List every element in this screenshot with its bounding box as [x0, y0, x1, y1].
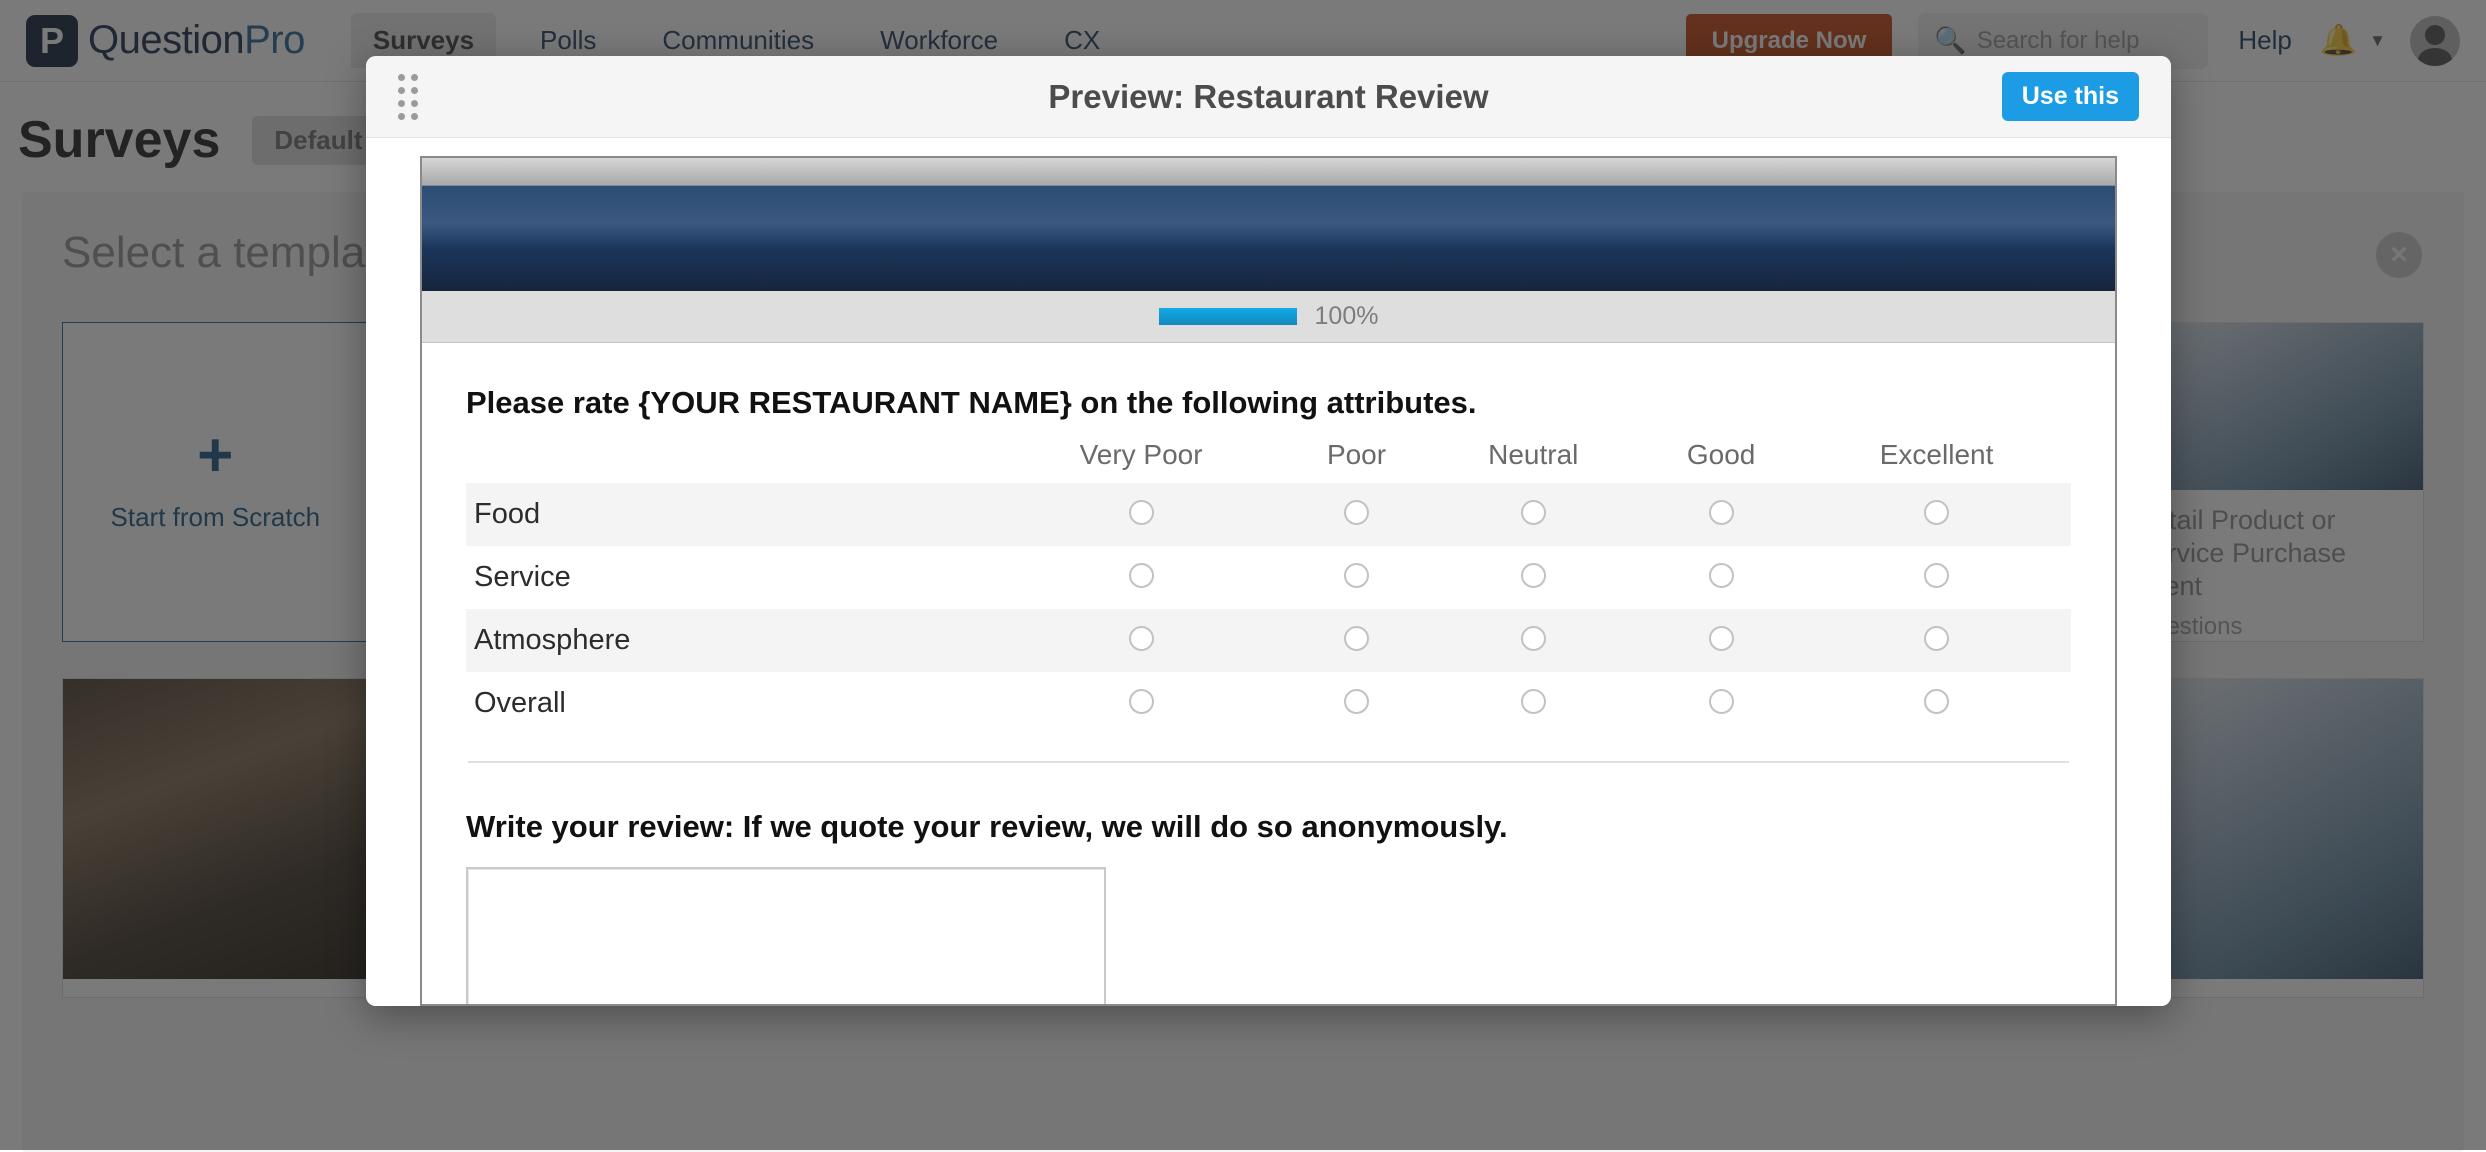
survey-preview-frame: 100% Please rate {YOUR RESTAURANT NAME} …	[420, 156, 2117, 1006]
survey-chrome-bar	[422, 158, 2115, 186]
question-1-text: Please rate {YOUR RESTAURANT NAME} on th…	[466, 385, 2071, 421]
matrix-row-label-atmosphere: Atmosphere	[466, 609, 996, 672]
matrix-body: Food Service	[466, 483, 2071, 735]
radio-overall-excellent[interactable]	[1924, 689, 1949, 714]
matrix-cell[interactable]	[996, 672, 1287, 735]
matrix-cell[interactable]	[1287, 672, 1427, 735]
matrix-column-header-very-poor: Very Poor	[996, 439, 1287, 483]
progress-percent-label: 100%	[1315, 302, 1379, 331]
review-textarea[interactable]	[466, 867, 1106, 1004]
radio-atmosphere-very-poor[interactable]	[1129, 626, 1154, 651]
matrix-column-header-poor: Poor	[1287, 439, 1427, 483]
matrix-header-row: Very Poor Poor Neutral Good Excellent	[466, 439, 2071, 483]
progress-bar-track	[1159, 308, 1297, 325]
radio-overall-poor[interactable]	[1344, 689, 1369, 714]
matrix-cell[interactable]	[996, 483, 1287, 546]
matrix-corner-cell	[466, 439, 996, 483]
radio-atmosphere-poor[interactable]	[1344, 626, 1369, 651]
modal-title: Preview: Restaurant Review	[366, 78, 2171, 116]
matrix-cell[interactable]	[1427, 483, 1641, 546]
preview-modal: Preview: Restaurant Review Use this 100%…	[366, 56, 2171, 1006]
matrix-cell[interactable]	[996, 546, 1287, 609]
matrix-row-label-service: Service	[466, 546, 996, 609]
radio-overall-good[interactable]	[1709, 689, 1734, 714]
matrix-column-header-excellent: Excellent	[1802, 439, 2071, 483]
matrix-cell[interactable]	[1287, 609, 1427, 672]
matrix-cell[interactable]	[1287, 546, 1427, 609]
matrix-cell[interactable]	[1640, 546, 1802, 609]
radio-atmosphere-excellent[interactable]	[1924, 626, 1949, 651]
survey-header-banner	[422, 186, 2115, 291]
radio-service-poor[interactable]	[1344, 563, 1369, 588]
progress-bar-fill	[1159, 308, 1297, 325]
radio-food-excellent[interactable]	[1924, 500, 1949, 525]
table-row: Service	[466, 546, 2071, 609]
matrix-cell[interactable]	[1287, 483, 1427, 546]
question-divider	[468, 761, 2069, 763]
matrix-column-header-neutral: Neutral	[1427, 439, 1641, 483]
radio-overall-neutral[interactable]	[1521, 689, 1546, 714]
table-row: Atmosphere	[466, 609, 2071, 672]
matrix-row-label-overall: Overall	[466, 672, 996, 735]
radio-service-very-poor[interactable]	[1129, 563, 1154, 588]
matrix-cell[interactable]	[1802, 546, 2071, 609]
radio-atmosphere-neutral[interactable]	[1521, 626, 1546, 651]
radio-overall-very-poor[interactable]	[1129, 689, 1154, 714]
radio-atmosphere-good[interactable]	[1709, 626, 1734, 651]
matrix-row-label-food: Food	[466, 483, 996, 546]
survey-progress-strip: 100%	[422, 291, 2115, 343]
matrix-cell[interactable]	[1427, 672, 1641, 735]
table-row: Overall	[466, 672, 2071, 735]
matrix-cell[interactable]	[996, 609, 1287, 672]
use-this-button[interactable]: Use this	[2002, 72, 2139, 121]
matrix-column-header-good: Good	[1640, 439, 1802, 483]
matrix-cell[interactable]	[1802, 609, 2071, 672]
rating-matrix-table: Very Poor Poor Neutral Good Excellent Fo…	[466, 439, 2071, 735]
radio-service-good[interactable]	[1709, 563, 1734, 588]
matrix-cell[interactable]	[1802, 483, 2071, 546]
matrix-cell[interactable]	[1427, 609, 1641, 672]
matrix-cell[interactable]	[1640, 483, 1802, 546]
radio-food-neutral[interactable]	[1521, 500, 1546, 525]
radio-service-excellent[interactable]	[1924, 563, 1949, 588]
radio-food-good[interactable]	[1709, 500, 1734, 525]
modal-header: Preview: Restaurant Review Use this	[366, 56, 2171, 138]
radio-service-neutral[interactable]	[1521, 563, 1546, 588]
matrix-cell[interactable]	[1640, 609, 1802, 672]
matrix-cell[interactable]	[1802, 672, 2071, 735]
radio-food-poor[interactable]	[1344, 500, 1369, 525]
survey-content: Please rate {YOUR RESTAURANT NAME} on th…	[422, 343, 2115, 1004]
matrix-cell[interactable]	[1427, 546, 1641, 609]
radio-food-very-poor[interactable]	[1129, 500, 1154, 525]
question-2-text: Write your review: If we quote your revi…	[466, 809, 2071, 845]
matrix-cell[interactable]	[1640, 672, 1802, 735]
modal-body: 100% Please rate {YOUR RESTAURANT NAME} …	[366, 138, 2171, 1006]
table-row: Food	[466, 483, 2071, 546]
